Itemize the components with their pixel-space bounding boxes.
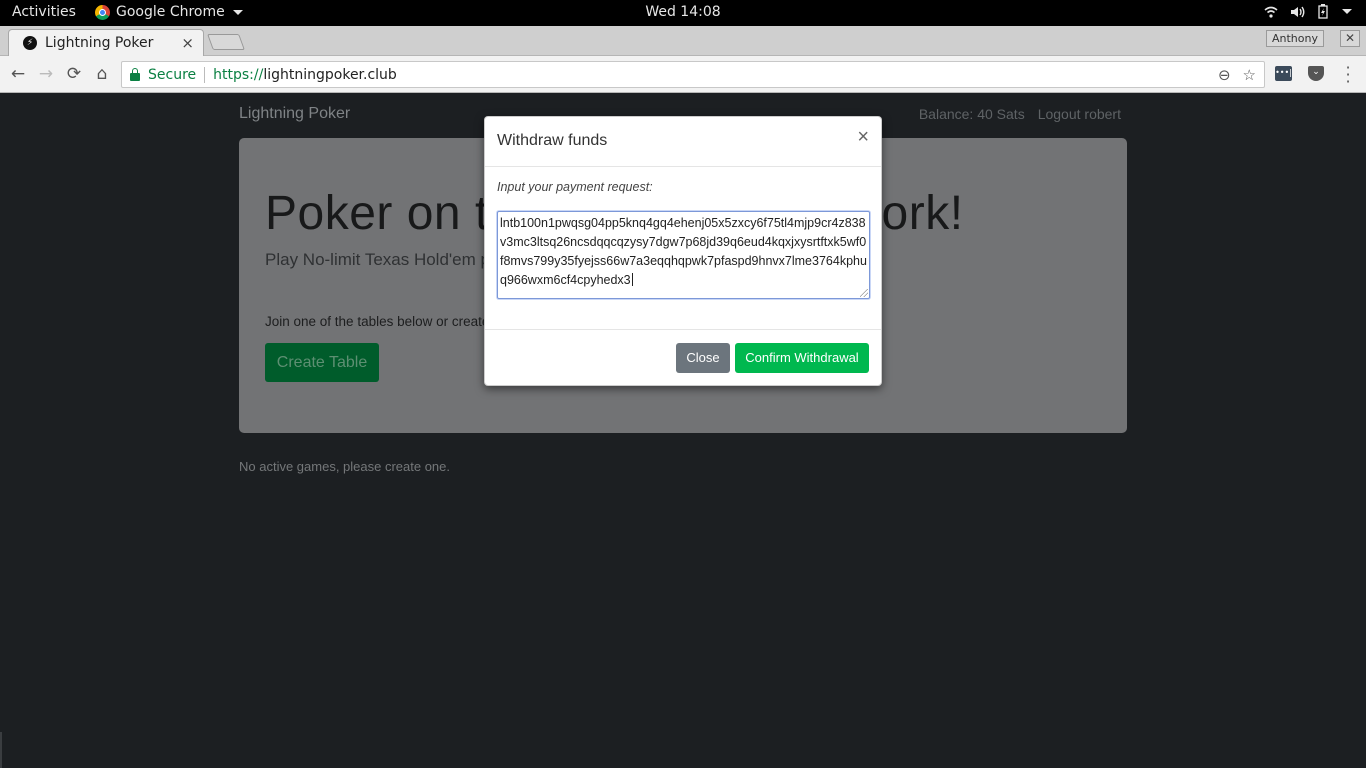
payment-request-value: lntb100n1pwqsg04pp5knq4gq4ehenj05x5zxcy6… [500, 216, 867, 287]
browser-toolbar: ← → ⟳ ⌂ Secure https:// lightningpoker.c… [0, 56, 1366, 93]
modal-header: Withdraw funds × [485, 117, 881, 167]
text-cursor [631, 273, 633, 286]
url-scheme: https:// [213, 66, 264, 83]
withdraw-modal: Withdraw funds × Input your payment requ… [484, 116, 882, 386]
battery-icon [1318, 4, 1328, 19]
system-top-bar: Activities Google Chrome Wed 14:08 [0, 0, 1366, 26]
modal-backdrop[interactable]: Withdraw funds × Input your payment requ… [0, 94, 1366, 768]
chevron-down-icon [232, 9, 243, 15]
lock-icon [130, 67, 140, 81]
profile-button[interactable]: Anthony [1266, 30, 1324, 47]
volume-icon [1291, 6, 1305, 17]
payment-request-textarea[interactable]: lntb100n1pwqsg04pp5knq4gq4ehenj05x5zxcy6… [497, 211, 870, 299]
activities-button[interactable]: Activities [12, 4, 76, 20]
app-name: Google Chrome [116, 4, 225, 20]
tab-lightning-poker[interactable]: ⚡ Lightning Poker × [8, 29, 204, 56]
system-tray[interactable] [1264, 4, 1352, 19]
confirm-withdrawal-button[interactable]: Confirm Withdrawal [735, 343, 869, 373]
forward-arrow-icon[interactable]: → [36, 64, 56, 84]
pocket-icon[interactable]: ⌄ [1308, 66, 1324, 81]
chrome-logo-icon [95, 4, 110, 20]
address-bar[interactable]: Secure https:// lightningpoker.club ⊖ ☆ [121, 61, 1265, 88]
close-icon[interactable]: × [857, 127, 869, 147]
lightning-favicon-icon: ⚡ [23, 36, 37, 50]
payment-request-label: Input your payment request: [497, 180, 653, 194]
modal-title: Withdraw funds [497, 132, 608, 149]
bookmark-star-icon[interactable]: ☆ [1243, 66, 1256, 84]
tab-title: Lightning Poker [45, 35, 154, 51]
security-label[interactable]: Secure [148, 67, 196, 83]
modal-body: Input your payment request: lntb100n1pwq… [485, 167, 881, 330]
reload-icon[interactable]: ⟳ [64, 64, 84, 84]
back-arrow-icon[interactable]: ← [8, 64, 28, 84]
web-page: Lightning Poker Balance: 40 Sats Logout … [0, 94, 1366, 768]
chrome-menu-icon[interactable]: · · · [1342, 60, 1354, 90]
tab-strip: ⚡ Lightning Poker × Anthony ✕ [0, 26, 1366, 56]
zoom-icon[interactable]: ⊖ [1218, 66, 1231, 84]
new-tab-button[interactable] [207, 34, 245, 50]
resize-handle[interactable] [860, 289, 868, 297]
omnibox-divider [204, 66, 206, 83]
clock[interactable]: Wed 14:08 [645, 4, 720, 20]
app-menu[interactable]: Google Chrome [95, 4, 243, 20]
chevron-down-icon [1342, 9, 1352, 14]
url-host: lightningpoker.club [263, 66, 397, 83]
home-icon[interactable]: ⌂ [92, 64, 112, 84]
extension-icon[interactable]: •••| [1275, 66, 1292, 81]
wifi-icon [1264, 6, 1278, 18]
modal-footer: Close Confirm Withdrawal [485, 330, 881, 386]
tab-close-icon[interactable]: × [181, 34, 194, 52]
window-close-button[interactable]: ✕ [1340, 30, 1360, 47]
close-button[interactable]: Close [676, 343, 730, 373]
